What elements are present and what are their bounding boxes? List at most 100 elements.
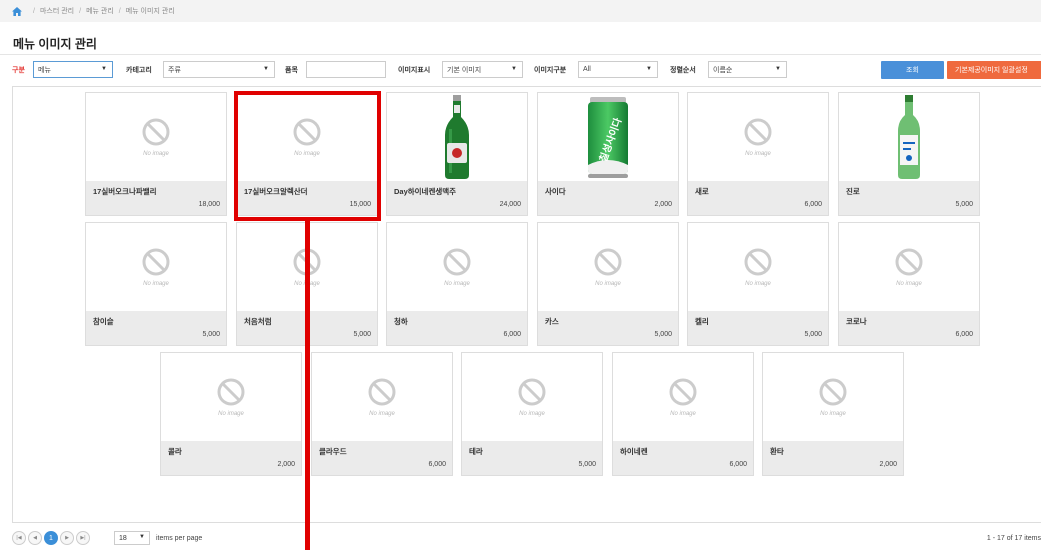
menu-image-card[interactable]: No image 참이슬 5,000 bbox=[85, 222, 227, 346]
menu-image[interactable]: No image bbox=[86, 223, 226, 311]
menu-image[interactable]: 칠성사이다 bbox=[538, 93, 678, 181]
image-display-select[interactable]: 기본 이미지 ▼ bbox=[442, 61, 523, 78]
menu-image[interactable]: No image bbox=[688, 223, 828, 311]
beer-bottle-icon bbox=[445, 95, 469, 179]
category-select-value: 주류 bbox=[168, 66, 181, 74]
menu-image-card[interactable]: No image 카스 5,000 bbox=[537, 222, 679, 346]
menu-image[interactable]: No image bbox=[387, 223, 527, 311]
menu-image[interactable] bbox=[387, 93, 527, 181]
menu-image[interactable]: No image bbox=[839, 223, 979, 311]
menu-image[interactable]: No image bbox=[613, 353, 753, 441]
menu-info: 켈리 5,000 bbox=[688, 311, 828, 345]
no-image-text: No image bbox=[218, 411, 244, 417]
menu-name: 17실버오크나파밸리 bbox=[93, 187, 157, 196]
menu-image-card[interactable]: No image 콜라 2,000 bbox=[160, 352, 302, 476]
menu-info: 카스 5,000 bbox=[538, 311, 678, 345]
pager-info: 1 - 17 of 17 items bbox=[986, 534, 1041, 542]
no-image-text: No image bbox=[519, 411, 545, 417]
menu-name: 처음처럼 bbox=[244, 317, 272, 326]
page-size-select[interactable]: 18 ▼ bbox=[114, 531, 150, 545]
image-type-select[interactable]: All ▼ bbox=[578, 61, 658, 78]
menu-info: 하이네켄 6,000 bbox=[613, 441, 753, 475]
menu-name: 콜라 bbox=[168, 447, 182, 456]
chevron-down-icon: ▼ bbox=[139, 534, 145, 540]
menu-image[interactable] bbox=[839, 93, 979, 181]
page-button-current[interactable]: 1 bbox=[44, 531, 58, 545]
menu-info: 새로 6,000 bbox=[688, 181, 828, 215]
first-page-button[interactable]: |◀ bbox=[12, 531, 26, 545]
per-page-label: items per page bbox=[156, 534, 203, 542]
menu-info: 환타 2,000 bbox=[763, 441, 903, 475]
menu-image[interactable]: No image bbox=[538, 223, 678, 311]
menu-price: 6,000 bbox=[804, 201, 822, 208]
menu-image-card[interactable]: Day하이네켄생맥주 24,000 bbox=[386, 92, 528, 216]
search-button[interactable]: 조회 bbox=[881, 61, 944, 79]
breadcrumb-menu[interactable]: 메뉴 관리 bbox=[86, 6, 114, 16]
menu-image-card[interactable]: No image 청하 6,000 bbox=[386, 222, 528, 346]
pager: |◀ ◀ 1 ▶ ▶| 18 ▼ items per page 1 - 17 of… bbox=[12, 527, 1041, 549]
batch-default-image-button[interactable]: 기본제공이미지 일괄설정 bbox=[947, 61, 1041, 79]
soju-bottle-icon bbox=[898, 95, 920, 179]
menu-image-card[interactable]: No image 테라 5,000 bbox=[461, 352, 603, 476]
item-label: 품목 bbox=[285, 67, 298, 74]
menu-info: 클라우드 6,000 bbox=[312, 441, 452, 475]
menu-price: 6,000 bbox=[428, 461, 446, 468]
menu-image[interactable]: No image bbox=[688, 93, 828, 181]
menu-image[interactable]: No image bbox=[763, 353, 903, 441]
next-page-button[interactable]: ▶ bbox=[60, 531, 74, 545]
menu-image-card[interactable]: No image 17실버오크나파밸리 18,000 bbox=[85, 92, 227, 216]
breadcrumb-master[interactable]: 마스터 관리 bbox=[40, 6, 74, 16]
menu-image-card[interactable]: No image 환타 2,000 bbox=[762, 352, 904, 476]
menu-info: Day하이네켄생맥주 24,000 bbox=[387, 181, 527, 215]
menu-image-card[interactable]: No image 클라우드 6,000 bbox=[311, 352, 453, 476]
menu-image[interactable]: No image bbox=[312, 353, 452, 441]
no-image-icon bbox=[142, 248, 170, 276]
no-image-icon bbox=[368, 378, 396, 406]
menu-image-card[interactable]: No image 새로 6,000 bbox=[687, 92, 829, 216]
last-page-button[interactable]: ▶| bbox=[76, 531, 90, 545]
menu-name: 환타 bbox=[770, 447, 784, 456]
menu-price: 5,000 bbox=[654, 331, 672, 338]
gubun-select-value: 메뉴 bbox=[38, 66, 51, 74]
menu-info: 참이슬 5,000 bbox=[86, 311, 226, 345]
menu-image[interactable]: No image bbox=[462, 353, 602, 441]
menu-name: 켈리 bbox=[695, 317, 709, 326]
prev-page-button[interactable]: ◀ bbox=[28, 531, 42, 545]
menu-image-card[interactable]: No image 코로나 6,000 bbox=[838, 222, 980, 346]
menu-name: Day하이네켄생맥주 bbox=[394, 187, 457, 196]
menu-price: 2,000 bbox=[879, 461, 897, 468]
no-image-icon bbox=[669, 378, 697, 406]
menu-price: 18,000 bbox=[198, 201, 220, 208]
menu-info: 콜라 2,000 bbox=[161, 441, 301, 475]
menu-price: 5,000 bbox=[578, 461, 596, 468]
menu-price: 5,000 bbox=[804, 331, 822, 338]
menu-image-card[interactable]: No image 켈리 5,000 bbox=[687, 222, 829, 346]
category-label: 카테고리 bbox=[126, 67, 152, 74]
no-image-icon bbox=[443, 248, 471, 276]
menu-price: 6,000 bbox=[503, 331, 521, 338]
chevron-down-icon: ▼ bbox=[511, 66, 517, 72]
menu-image[interactable]: No image bbox=[86, 93, 226, 181]
no-image-text: No image bbox=[143, 281, 169, 287]
sort-select[interactable]: 이름순 ▼ bbox=[708, 61, 787, 78]
soda-can-icon: 칠성사이다 bbox=[588, 97, 628, 178]
no-image-icon bbox=[744, 248, 772, 276]
menu-image[interactable]: No image bbox=[161, 353, 301, 441]
gubun-select[interactable]: 메뉴 ▼ bbox=[33, 61, 113, 78]
no-image-text: No image bbox=[595, 281, 621, 287]
menu-image-card[interactable]: No image 하이네켄 6,000 bbox=[612, 352, 754, 476]
menu-price: 6,000 bbox=[729, 461, 747, 468]
no-image-text: No image bbox=[820, 411, 846, 417]
menu-name: 새로 bbox=[695, 187, 709, 196]
item-input[interactable] bbox=[306, 61, 386, 78]
no-image-icon bbox=[744, 118, 772, 146]
menu-image-card[interactable]: 칠성사이다 사이다 2,000 bbox=[537, 92, 679, 216]
gubun-label: 구분 bbox=[12, 67, 25, 74]
no-image-text: No image bbox=[143, 151, 169, 157]
category-select[interactable]: 주류 ▼ bbox=[163, 61, 275, 78]
menu-image-card[interactable]: 진로 5,000 bbox=[838, 92, 980, 216]
menu-info: 진로 5,000 bbox=[839, 181, 979, 215]
no-image-icon bbox=[217, 378, 245, 406]
menu-name: 코로나 bbox=[846, 317, 867, 326]
home-icon[interactable] bbox=[12, 6, 22, 16]
